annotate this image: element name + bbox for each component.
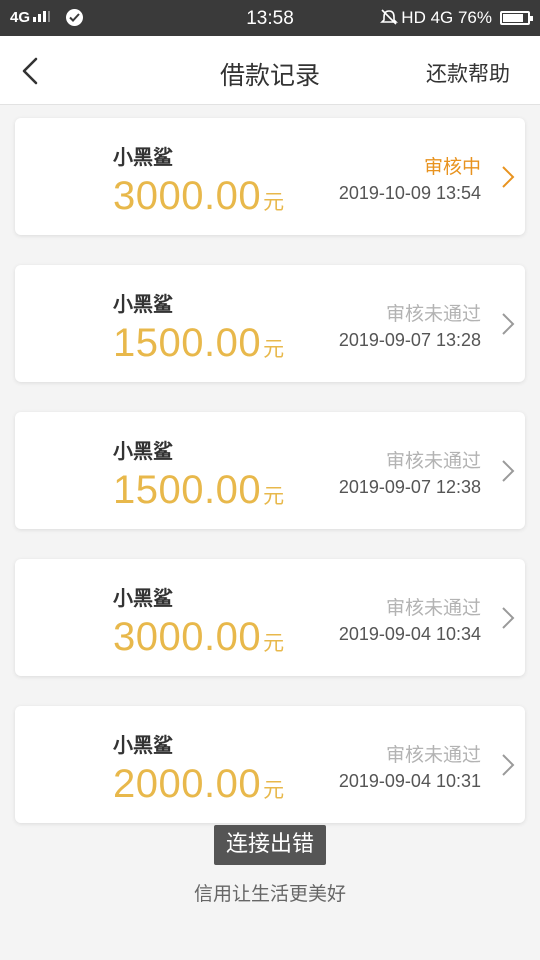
record-status: 审核未通过: [385, 597, 481, 619]
record-card[interactable]: 小黑鲨 3000.00元 审核未通过 2019-09-04 10:34: [15, 559, 525, 676]
record-name: 小黑鲨: [113, 586, 173, 610]
repayment-help-link[interactable]: 还款帮助: [426, 58, 510, 88]
record-status: 审核未通过: [385, 744, 481, 766]
status-bar: 4G 13:58 HD 4G 76%: [0, 0, 540, 36]
record-name: 小黑鲨: [113, 292, 173, 316]
record-card[interactable]: 小黑鲨 1500.00元 审核未通过 2019-09-07 12:38: [15, 412, 525, 529]
record-date: 2019-09-07 13:28: [338, 330, 481, 350]
record-card[interactable]: 小黑鲨 1500.00元 审核未通过 2019-09-07 13:28: [15, 265, 525, 382]
status-right-text: HD 4G 76%: [401, 8, 492, 27]
amount-unit: 元: [263, 337, 285, 361]
amount-value: 3000.00: [113, 174, 262, 218]
chevron-right-icon: [502, 754, 515, 776]
amount-value: 2000.00: [113, 762, 262, 806]
mute-bell-icon: [380, 9, 399, 25]
record-amount: 2000.00元: [113, 762, 285, 807]
record-status: 审核未通过: [385, 450, 481, 472]
record-status: 审核未通过: [385, 303, 481, 325]
record-date: 2019-10-09 13:54: [338, 183, 481, 203]
record-status: 审核中: [423, 156, 481, 178]
record-amount: 3000.00元: [113, 174, 285, 219]
amount-unit: 元: [263, 631, 285, 655]
record-amount: 1500.00元: [113, 321, 285, 366]
record-card[interactable]: 小黑鲨 3000.00元 审核中 2019-10-09 13:54: [15, 118, 525, 235]
record-name: 小黑鲨: [113, 733, 173, 757]
record-date: 2019-09-07 12:38: [338, 477, 481, 497]
status-right: HD 4G 76%: [380, 8, 492, 28]
amount-value: 1500.00: [113, 321, 262, 365]
record-amount: 3000.00元: [113, 615, 285, 660]
record-name: 小黑鲨: [113, 145, 173, 169]
amount-unit: 元: [263, 484, 285, 508]
chevron-right-icon: [502, 607, 515, 629]
record-date: 2019-09-04 10:31: [338, 771, 481, 791]
record-date: 2019-09-04 10:34: [338, 624, 481, 644]
amount-value: 3000.00: [113, 615, 262, 659]
chevron-right-icon: [502, 313, 515, 335]
record-amount: 1500.00元: [113, 468, 285, 513]
record-card[interactable]: 小黑鲨 2000.00元 审核未通过 2019-09-04 10:31: [15, 706, 525, 823]
battery-icon: [500, 11, 533, 25]
footer-slogan: 信用让生活更美好: [193, 883, 346, 905]
amount-value: 1500.00: [113, 468, 262, 512]
chevron-right-icon: [502, 166, 515, 188]
record-name: 小黑鲨: [113, 439, 173, 463]
amount-unit: 元: [263, 778, 285, 802]
nav-bar: 借款记录 还款帮助: [0, 36, 540, 105]
chevron-right-icon: [502, 460, 515, 482]
error-toast: 连接出错: [214, 825, 326, 865]
amount-unit: 元: [263, 190, 285, 214]
